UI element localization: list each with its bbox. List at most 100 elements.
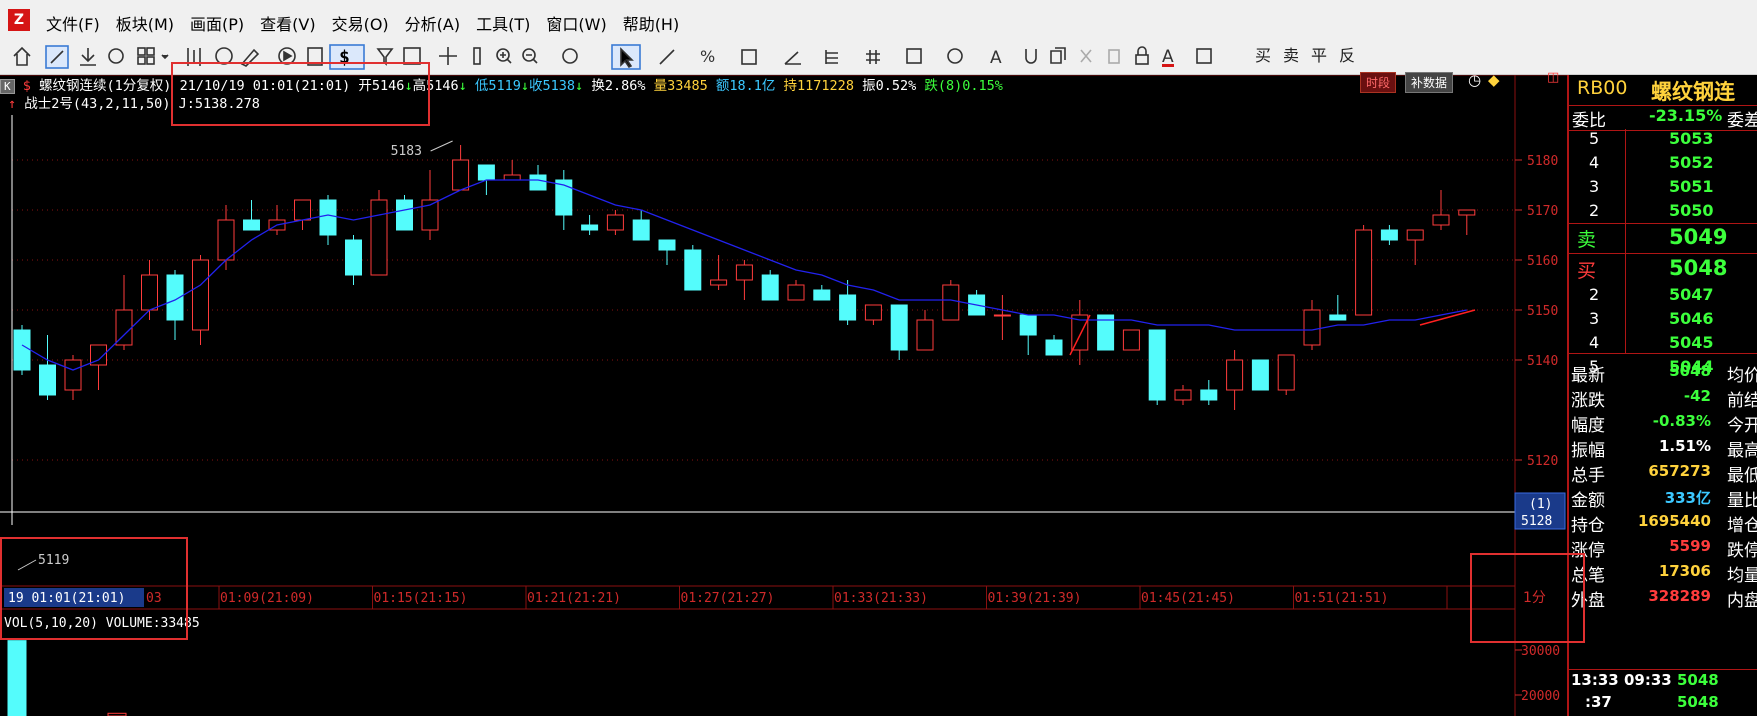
stat-value: -0.83% <box>1652 412 1711 430</box>
menu-list: 文件(F) 板块(M) 画面(P) 查看(V) 交易(O) 分析(A) 工具(T) 窗口(W)… <box>38 8 687 38</box>
candle-body <box>141 274 158 311</box>
candle-body <box>813 289 831 301</box>
toolbar-icons: % A A $ <box>13 44 1212 70</box>
candle-body <box>1148 329 1166 401</box>
bid-row-1-price: 5046 <box>1669 309 1714 328</box>
candle-icon <box>187 48 201 66</box>
list-icon <box>307 47 323 66</box>
ask-row-3-price: 5050 <box>1669 201 1714 220</box>
candle-body <box>735 264 753 281</box>
edit-icon <box>240 48 260 67</box>
menu-item-1[interactable]: 板块(M) <box>108 8 182 38</box>
candle-body <box>632 219 650 241</box>
candle-body <box>916 319 934 351</box>
menu-item-4[interactable]: 交易(O) <box>324 8 397 38</box>
candle-body <box>1380 229 1398 241</box>
supplement-data-button[interactable]: 补数据 <box>1405 72 1454 93</box>
bid-row-2-price: 5045 <box>1669 333 1714 352</box>
stat-right-label: 内盘 <box>1727 591 1757 611</box>
ask-row-1: 4 5052 <box>1569 153 1757 177</box>
ask-row-2-level: 3 <box>1589 177 1600 196</box>
copy-icon <box>1050 47 1066 64</box>
stat-right-label: 最低 <box>1727 466 1757 486</box>
magnet-icon <box>1025 49 1037 64</box>
menu-item-3[interactable]: 查看(V) <box>252 8 323 38</box>
stat-label: 总笔 <box>1571 566 1605 586</box>
change-stat: 跌(8)0.15% <box>924 78 1003 94</box>
low-price: 低5119 <box>474 78 521 94</box>
candlestick-chart[interactable]: 5180 5170 5160 5150 5140 5120 5183 5119 (1) 5128 1… <box>0 75 1567 716</box>
trade-button-2[interactable]: 平 <box>1308 44 1330 68</box>
ob-separator <box>1569 253 1757 254</box>
candle-body <box>319 199 337 236</box>
buy-row-price: 5048 <box>1669 256 1728 280</box>
menu-item-5[interactable]: 分析(A) <box>397 8 468 38</box>
stat-right-label: 均量 <box>1727 566 1757 586</box>
stat-value: -42 <box>1683 387 1711 405</box>
alert-icon[interactable]: ◆ <box>1488 71 1500 89</box>
menu-item-6[interactable]: 工具(T) <box>468 8 538 38</box>
menu-item-2[interactable]: 画面(P) <box>182 8 252 38</box>
stat-right-label: 今开 <box>1727 416 1757 436</box>
candle-body <box>658 239 676 251</box>
indicator-line: ↑ 战士2号(43,2,11,50) J:5138.278 <box>8 96 260 112</box>
cursor-time-tail: 03 <box>146 591 162 606</box>
info-icon <box>215 47 233 65</box>
candle-body <box>396 199 413 231</box>
candle-body <box>529 174 547 191</box>
filter-icon <box>376 48 394 66</box>
stat-value: 17306 <box>1658 562 1711 580</box>
high-price: 高5146 <box>412 78 459 94</box>
stat-right-label: 前结 <box>1727 391 1757 411</box>
low-marker-label: 5119 <box>38 553 69 568</box>
candle-body <box>1355 229 1373 316</box>
menu-item-7[interactable]: 窗口(W) <box>538 8 614 38</box>
stat-right-label: 量比 <box>1727 491 1757 511</box>
chart-area[interactable]: 5180 5170 5160 5150 5140 5120 5183 5119 (1) 5128 1… <box>0 70 1567 716</box>
trade-button-0[interactable]: 买 <box>1252 44 1274 68</box>
ask-row-1-price: 5052 <box>1669 153 1714 172</box>
amount-stat: 额18.1亿 <box>715 78 776 94</box>
time-label: 01:15(21:15) <box>374 591 468 606</box>
toolbar: % A A $ 买卖平反 <box>0 38 1757 75</box>
menu-item-0[interactable]: 文件(F) <box>38 8 108 38</box>
cursor-tag-top: (1) <box>1529 497 1552 512</box>
candle-body <box>839 294 857 321</box>
candle-body <box>1019 314 1037 336</box>
lock-icon <box>1135 54 1149 65</box>
tick-time-2: :37 <box>1585 693 1612 711</box>
stat-label: 幅度 <box>1571 416 1605 436</box>
menu-bar: Z 文件(F) 板块(M) 画面(P) 查看(V) 交易(O) 分析(A) 工具(T) 窗口(… <box>0 0 1757 39</box>
timeshare-button[interactable]: 时段 <box>1360 72 1397 93</box>
bid-row-0-level: 2 <box>1589 285 1600 304</box>
time-label: 01:21(21:21) <box>527 591 621 606</box>
hash-tool-icon <box>866 50 880 64</box>
stat-right-label: 最高 <box>1727 441 1757 461</box>
candle-body <box>890 304 908 351</box>
rect-tool-icon <box>906 48 922 64</box>
cursor-time-label: 19 01:01(21:01) <box>8 591 125 606</box>
dollar-symbol: $ <box>339 47 350 68</box>
time-label: 01:39(21:39) <box>988 591 1082 606</box>
position-stat: 持1171228 <box>783 78 854 94</box>
clock-icon[interactable]: ◷ <box>1468 71 1481 89</box>
candle-body <box>1303 309 1321 346</box>
trade-button-1[interactable]: 卖 <box>1280 44 1302 68</box>
trade-button-3[interactable]: 反 <box>1336 44 1358 68</box>
panel-toggle-icon[interactable]: ◫ <box>1547 70 1559 85</box>
sell-row-level: 卖 <box>1577 229 1597 251</box>
close-price: 收5138 <box>529 78 576 94</box>
time-label: 01:09(21:09) <box>220 591 314 606</box>
candle-body <box>684 249 702 291</box>
quote-header: RB00 螺纹钢连 <box>1569 75 1757 105</box>
low-marker-line <box>17 559 37 571</box>
stat-row-5: 金额 333亿 量比 <box>1569 486 1757 511</box>
candle-body <box>370 199 388 276</box>
menu-item-8[interactable]: 帮助(H) <box>615 8 688 38</box>
contract-name: 螺纹钢连 <box>1651 80 1735 104</box>
candle-body <box>1251 359 1269 391</box>
refresh-icon <box>108 48 124 64</box>
stat-value: 5599 <box>1669 537 1711 555</box>
y-tick-label: 5160 <box>1527 254 1558 269</box>
candle-body <box>1122 329 1140 351</box>
